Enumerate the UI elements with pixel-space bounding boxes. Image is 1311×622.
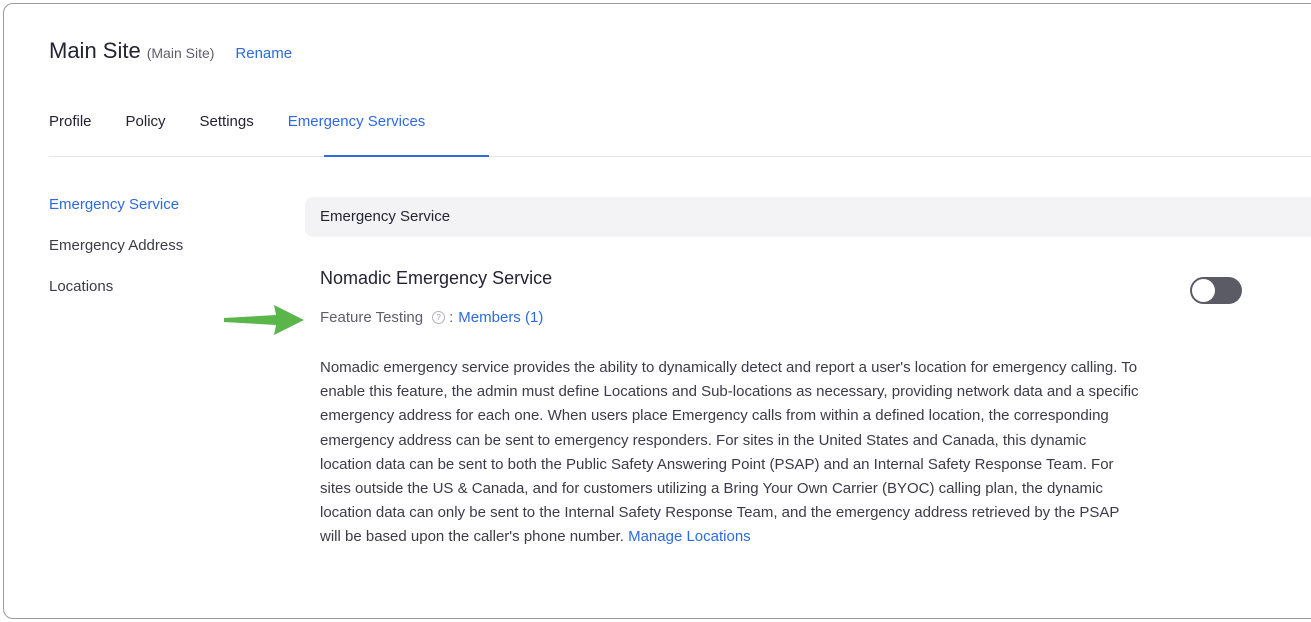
active-tab-indicator [324,155,489,157]
tab-divider [49,156,1311,157]
sidebar-item-emergency-service[interactable]: Emergency Service [49,196,183,237]
site-subtitle: (Main Site) [146,45,215,61]
section-header: Emergency Service [305,197,1311,237]
toggle-knob [1192,279,1215,302]
tab-bar: Profile Policy Settings Emergency Servic… [49,113,459,157]
rename-link[interactable]: Rename [235,45,292,62]
feature-description: Nomadic emergency service provides the a… [320,356,1140,550]
nomadic-emergency-toggle[interactable] [1190,277,1242,304]
sidebar-item-locations[interactable]: Locations [49,278,183,319]
question-circle-icon[interactable]: ? [432,311,446,324]
tab-emergency-services[interactable]: Emergency Services [288,113,426,157]
tab-profile[interactable]: Profile [49,113,92,157]
members-link[interactable]: Members (1) [458,309,543,326]
feature-title: Nomadic Emergency Service [320,268,553,288]
feature-testing-row: Feature Testing ? : Members (1) [320,309,543,326]
feature-testing-label: Feature Testing [320,309,424,326]
tab-policy[interactable]: Policy [126,113,166,157]
site-name: Main Site [49,38,141,63]
colon-separator: : [449,309,454,326]
manage-locations-link[interactable]: Manage Locations [628,528,751,545]
description-text: Nomadic emergency service provides the a… [320,359,1139,546]
sidebar-item-emergency-address[interactable]: Emergency Address [49,237,183,278]
sidebar-nav: Emergency Service Emergency Address Loca… [49,196,183,319]
tab-settings[interactable]: Settings [200,113,254,157]
green-arrow-icon [224,305,304,335]
site-title: Main Site (Main Site) Rename [49,38,292,64]
